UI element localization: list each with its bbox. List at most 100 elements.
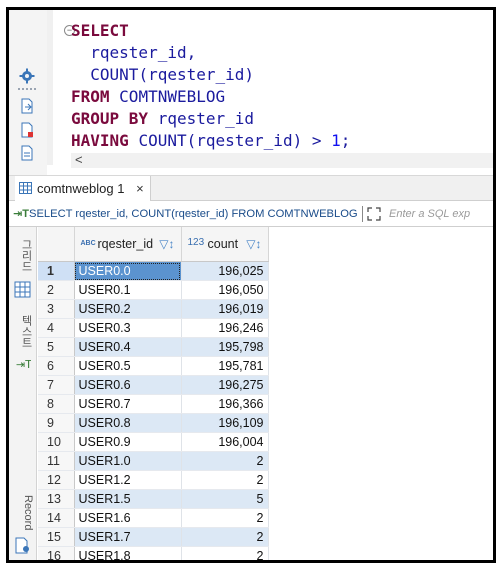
sort-filter-icon[interactable]: ▽↕ [246,237,261,251]
cell-count[interactable]: 196,275 [181,375,269,395]
table-row[interactable]: 1 USER0.0 196,025 [38,261,269,281]
tab-comtnweblog-1[interactable]: comtnweblog 1 × [15,176,151,201]
cell-count[interactable]: 2 [181,470,269,490]
sql-code[interactable]: SELECT rqester_id, COUNT(rqester_id) FROM… [71,20,350,152]
table-row[interactable]: 10 USER0.9 196,004 [38,432,269,452]
code-line[interactable]: GROUP BY rqester_id [71,108,350,130]
row-number[interactable]: 14 [38,508,75,528]
table-row[interactable]: 11 USER1.0 2 [38,451,269,471]
cell-count[interactable]: 195,798 [181,337,269,357]
row-number[interactable]: 7 [38,375,75,395]
text-mode-icon[interactable]: ⇥T [14,355,31,372]
row-number[interactable]: 6 [38,356,75,376]
cell-rqester-id[interactable]: USER0.3 [74,318,182,338]
cell-rqester-id[interactable]: USER0.6 [74,375,182,395]
editor-horizontal-scrollbar[interactable]: < [71,152,493,168]
code-token: GROUP BY [71,109,158,128]
table-row[interactable]: 12 USER1.2 2 [38,470,269,490]
cell-rqester-id[interactable]: USER1.5 [74,489,182,509]
row-number[interactable]: 4 [38,318,75,338]
new-script-icon[interactable] [19,122,35,138]
cell-count[interactable]: 2 [181,546,269,560]
row-number[interactable]: 13 [38,489,75,509]
tab-text[interactable]: 텍스트 [12,315,34,348]
cell-count[interactable]: 2 [181,451,269,471]
row-number[interactable]: 2 [38,280,75,300]
code-token: rqester_id, [71,43,197,62]
column-header-count[interactable]: 123 count ▽↕ [181,227,269,262]
cell-count[interactable]: 5 [181,489,269,509]
table-row[interactable]: 14 USER1.6 2 [38,508,269,528]
row-number[interactable]: 15 [38,527,75,547]
cell-rqester-id[interactable]: USER1.7 [74,527,182,547]
cell-rqester-id[interactable]: USER1.2 [74,470,182,490]
table-row[interactable]: 2 USER0.1 196,050 [38,280,269,300]
gear-icon[interactable] [19,68,35,84]
close-icon[interactable]: × [136,181,144,196]
row-number[interactable]: 9 [38,413,75,433]
code-line[interactable]: HAVING COUNT(rqester_id) > 1; [71,130,350,152]
cell-rqester-id[interactable]: USER1.8 [74,546,182,560]
export-icon[interactable] [19,98,35,114]
table-row[interactable]: 4 USER0.3 196,246 [38,318,269,338]
cell-rqester-id[interactable]: USER0.7 [74,394,182,414]
cell-rqester-id[interactable]: USER0.0 [74,261,182,281]
cell-count[interactable]: 196,025 [181,261,269,281]
filter-query-text[interactable]: SELECT rqester_id, COUNT(rqester_id) FRO… [29,201,361,227]
sort-filter-icon[interactable]: ▽↕ [159,237,174,251]
table-row[interactable]: 3 USER0.2 196,019 [38,299,269,319]
cell-count[interactable]: 196,050 [181,280,269,300]
scroll-left-arrow-icon[interactable]: < [75,152,83,167]
cell-rqester-id[interactable]: USER0.5 [74,356,182,376]
cell-count[interactable]: 196,109 [181,413,269,433]
table-row[interactable]: 5 USER0.4 195,798 [38,337,269,357]
code-line[interactable]: rqester_id, [71,42,350,64]
sql-editor[interactable]: − SELECT rqester_id, COUNT(rqester_id) FR… [9,10,493,175]
row-number[interactable]: 8 [38,394,75,414]
code-line[interactable]: COUNT(rqester_id) [71,64,350,86]
code-line[interactable]: FROM COMTNWEBLOG [71,86,350,108]
table-row[interactable]: 9 USER0.8 196,109 [38,413,269,433]
column-header-rqester-id[interactable]: ABC rqester_id ▽↕ [74,227,182,262]
table-row[interactable]: 6 USER0.5 195,781 [38,356,269,376]
table-row[interactable]: 16 USER1.8 2 [38,546,269,560]
code-token: FROM [71,87,120,106]
cell-rqester-id[interactable]: USER1.0 [74,451,182,471]
table-row[interactable]: 15 USER1.7 2 [38,527,269,547]
result-grid[interactable]: ABC rqester_id ▽↕ 123 count ▽↕ 1 USER0.0… [38,227,493,560]
cell-rqester-id[interactable]: USER0.1 [74,280,182,300]
cell-rqester-id[interactable]: USER0.4 [74,337,182,357]
cell-count[interactable]: 2 [181,508,269,528]
table-row[interactable]: 7 USER0.6 196,275 [38,375,269,395]
code-line[interactable]: SELECT [71,20,350,42]
cell-count[interactable]: 196,004 [181,432,269,452]
cell-count[interactable]: 196,246 [181,318,269,338]
cell-count[interactable]: 195,781 [181,356,269,376]
cell-rqester-id[interactable]: USER1.6 [74,508,182,528]
cell-count[interactable]: 196,366 [181,394,269,414]
cell-rqester-id[interactable]: USER0.2 [74,299,182,319]
format-icon[interactable] [19,145,35,161]
cell-count[interactable]: 2 [181,527,269,547]
editor-ruler [47,10,53,165]
sql-expression-input[interactable]: Enter a SQL exp [389,201,470,227]
record-icon[interactable] [14,537,31,554]
row-number[interactable]: 16 [38,546,75,560]
row-number[interactable]: 10 [38,432,75,452]
grid-icon[interactable] [14,281,31,298]
cell-count[interactable]: 196,019 [181,299,269,319]
table-row[interactable]: 8 USER0.7 196,366 [38,394,269,414]
row-number[interactable]: 11 [38,451,75,471]
row-number[interactable]: 12 [38,470,75,490]
row-number[interactable]: 3 [38,299,75,319]
expand-icon[interactable] [367,207,381,221]
code-token: COMTNWEBLOG [119,87,226,106]
row-number[interactable]: 1 [38,261,75,281]
tab-grid[interactable]: 그리드 [12,239,34,272]
table-row[interactable]: 13 USER1.5 5 [38,489,269,509]
cell-rqester-id[interactable]: USER0.8 [74,413,182,433]
tab-record[interactable]: Record [12,495,34,530]
editor-sidebar [9,10,47,175]
cell-rqester-id[interactable]: USER0.9 [74,432,182,452]
row-number[interactable]: 5 [38,337,75,357]
